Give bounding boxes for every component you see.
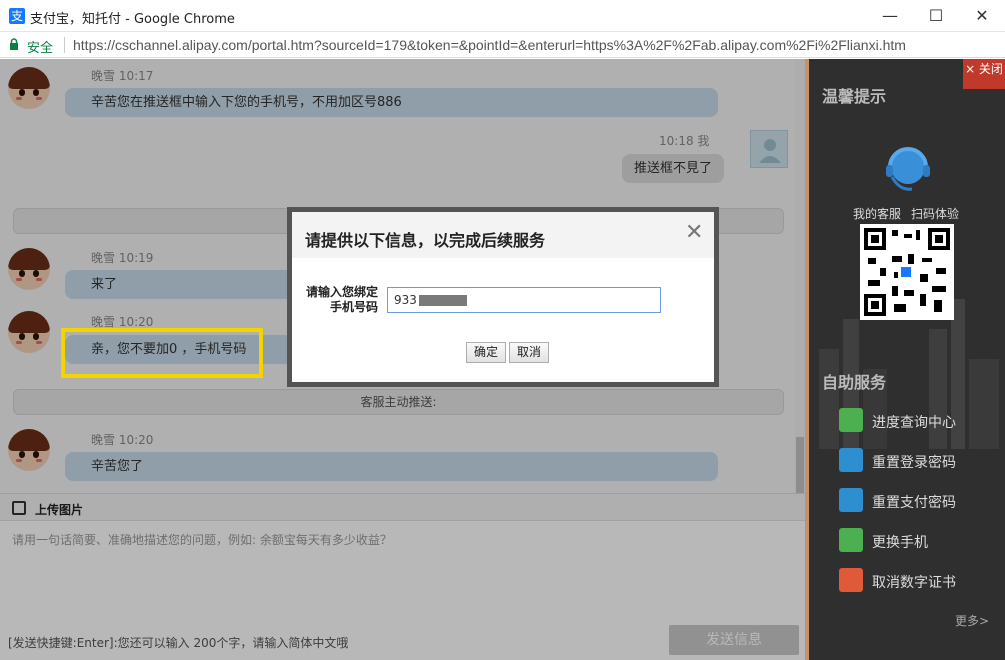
scan-label: 扫码体验 (911, 207, 960, 221)
message-meta: 晚雪 10:17 (91, 69, 154, 83)
dialog-close-icon[interactable]: ✕ (685, 220, 703, 245)
confirm-button[interactable]: 确定 (466, 342, 506, 363)
agent-message: 辛苦您在推送框中输入下您的手机号，不用加区号886 (65, 88, 718, 117)
image-upload-icon[interactable] (12, 501, 26, 515)
user-avatar (750, 130, 788, 168)
phone-field-label: 请输入您绑定 手机号码 (300, 285, 378, 315)
alipay-logo-icon: 支 (9, 8, 25, 24)
user-message: 推送框不見了 (622, 154, 725, 183)
tips-title: 温馨提示 (822, 87, 887, 106)
agent-avatar (8, 67, 50, 109)
highlight-box (61, 328, 263, 378)
agent-avatar (8, 311, 50, 353)
service-label: 取消数字证书 (872, 575, 956, 591)
help-panel: × 关闭 温馨提示 我的客服 扫码体验 自助服务 进度查询中心 重置登录密码 重… (805, 59, 1005, 660)
phone-icon (839, 528, 863, 552)
more-link[interactable]: 更多> (955, 612, 989, 629)
service-label: 更换手机 (872, 535, 928, 551)
user-silhouette-icon (759, 139, 781, 163)
phone-label-line1: 请输入您绑定 (305, 285, 378, 299)
send-button[interactable]: 发送信息 (669, 625, 799, 655)
minimize-button[interactable]: — (867, 0, 913, 32)
progress-icon (839, 408, 863, 432)
lock-icon (10, 38, 18, 50)
customer-service-icon[interactable] (880, 145, 936, 197)
upload-image-button[interactable]: 上传图片 (35, 501, 83, 518)
message-input[interactable]: 请用一句话简要、准确地描述您的问题，例如: 余额宝每天有多少收益？ (12, 531, 392, 548)
agent-avatar (8, 248, 50, 290)
agent-message: 辛苦您了 (65, 452, 718, 481)
message-meta: 晚雪 10:19 (91, 251, 154, 265)
window-titlebar: 支 支付宝，知托付 - Google Chrome — ☐ ✕ (0, 0, 1005, 32)
cs-labels: 我的客服 扫码体验 (853, 205, 969, 222)
close-window-button[interactable]: ✕ (959, 0, 1005, 32)
pay-lock-icon (839, 488, 863, 512)
phone-input[interactable]: 933 (387, 287, 661, 313)
service-label: 进度查询中心 (872, 415, 956, 431)
scrollbar-thumb[interactable] (796, 437, 804, 493)
address-bar[interactable]: 安全 https://cschannel.alipay.com/portal.h… (0, 32, 1005, 58)
message-meta: 晚雪 10:20 (91, 433, 154, 447)
chat-scrollbar[interactable] (795, 59, 805, 493)
message-composer: 上传图片 请用一句话简要、准确地描述您的问题，例如: 余额宝每天有多少收益？ [… (0, 493, 805, 660)
phone-dialog: 请提供以下信息，以完成后续服务 ✕ 请输入您绑定 手机号码 933 确定 取消 (287, 207, 719, 387)
message-meta: 10:18 我 (659, 134, 710, 148)
panel-close-button[interactable]: × 关闭 (963, 59, 1005, 89)
window-title: 支付宝，知托付 - Google Chrome (30, 12, 235, 27)
service-label: 重置登录密码 (872, 455, 956, 471)
url-text[interactable]: https://cschannel.alipay.com/portal.htm?… (73, 37, 906, 53)
phone-value: 933 (394, 293, 417, 307)
phone-label-line2: 手机号码 (329, 300, 378, 314)
address-divider (64, 37, 65, 53)
my-service-label[interactable]: 我的客服 (853, 207, 901, 221)
cancel-button[interactable]: 取消 (509, 342, 549, 363)
dialog-title: 请提供以下信息，以完成后续服务 (305, 231, 546, 250)
composer-toolbar: 上传图片 (0, 494, 805, 521)
service-label: 重置支付密码 (872, 495, 956, 511)
lock-reset-icon (839, 448, 863, 472)
dialog-header: 请提供以下信息，以完成后续服务 ✕ (292, 212, 714, 258)
system-push-bar: 客服主动推送: (13, 389, 784, 415)
redaction-mask (418, 295, 467, 306)
self-service-title: 自助服务 (822, 373, 887, 392)
input-hint: [发送快捷键:Enter]:您还可以输入 200个字，请输入简体中文哦 (8, 636, 349, 650)
maximize-button[interactable]: ☐ (913, 0, 959, 32)
certificate-icon (839, 568, 863, 592)
secure-label: 安全 (27, 41, 54, 56)
qr-code-icon (860, 224, 954, 320)
agent-avatar (8, 429, 50, 471)
